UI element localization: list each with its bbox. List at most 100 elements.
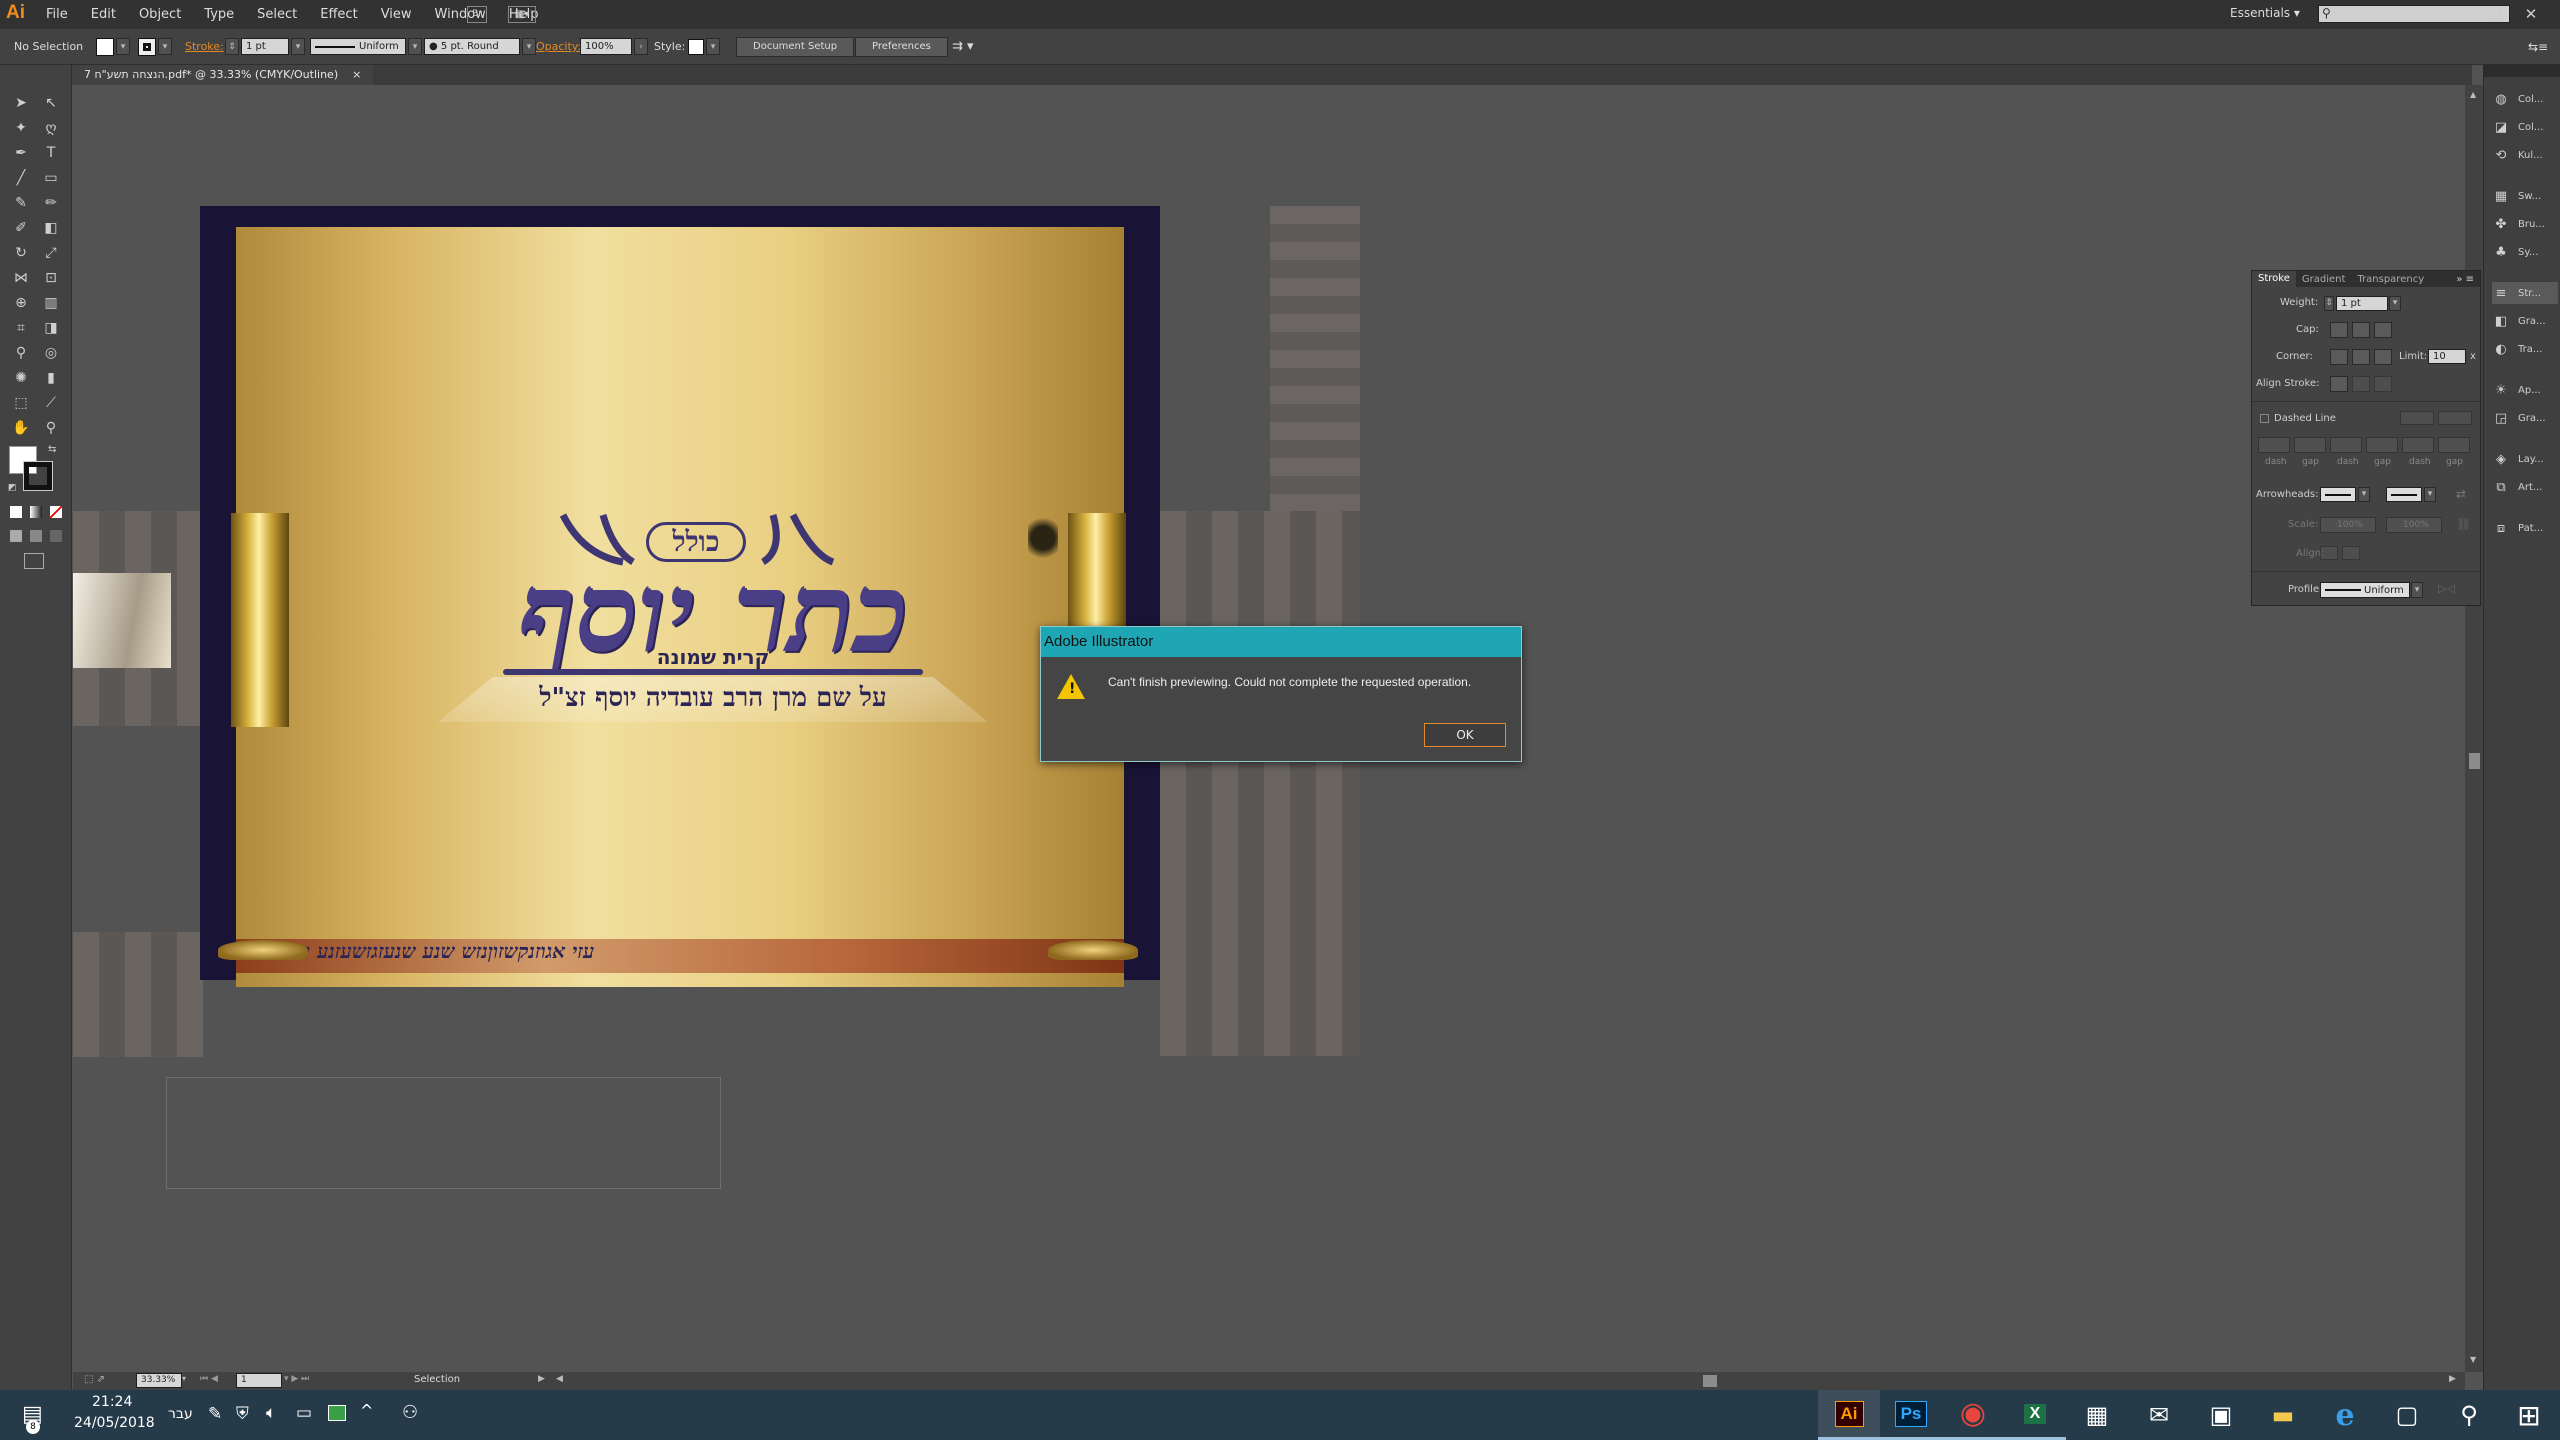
zoom-dropdown[interactable]: ▾	[182, 1374, 186, 1383]
taskbar-illustrator[interactable]: Ai	[1818, 1390, 1880, 1440]
security-icon[interactable]: ⛨	[236, 1404, 249, 1424]
width-tool-icon[interactable]: ⋈	[10, 267, 32, 289]
stroke-swatch[interactable]	[138, 37, 156, 56]
dock-gradient[interactable]: ◧ Gra...	[2492, 310, 2558, 332]
start-arrowhead[interactable]	[2320, 487, 2356, 502]
menu-file[interactable]: File	[46, 7, 68, 22]
align-outside-button[interactable]	[2374, 376, 2392, 392]
menu-type[interactable]: Type	[204, 7, 234, 22]
dock-layers[interactable]: ◈ Lay...	[2492, 448, 2558, 470]
pen-icon[interactable]: ✎	[208, 1404, 222, 1424]
draw-normal-icon[interactable]	[10, 530, 22, 542]
document-tab[interactable]: 7 הנצחה תשע"ח.pdf* @ 33.33% (CMYK/Outlin…	[72, 65, 374, 85]
taskbar-start[interactable]: ⊞	[2498, 1390, 2560, 1440]
draw-behind-icon[interactable]	[30, 530, 42, 542]
dock-color[interactable]: ◍ Col...	[2492, 88, 2558, 110]
dock-kuler[interactable]: ⟲ Kul...	[2492, 144, 2558, 166]
miter-join-button[interactable]	[2330, 349, 2348, 365]
end-arrowhead-dropdown[interactable]: ▾	[2424, 487, 2436, 502]
taskbar-file-explorer[interactable]: ▬	[2252, 1390, 2314, 1440]
dock-swatches[interactable]: ▦ Sw...	[2492, 185, 2558, 207]
blob-brush-tool-icon[interactable]: ✐	[10, 217, 32, 239]
end-arrowhead[interactable]	[2386, 487, 2422, 502]
swap-arrowheads-icon[interactable]: ⇄	[2456, 487, 2466, 501]
stroke-weight-stepper[interactable]: ⇕	[225, 38, 239, 55]
blend-tool-icon[interactable]: ◎	[40, 342, 62, 364]
scale-tool-icon[interactable]: ⤢	[40, 242, 62, 264]
document-setup-button[interactable]: Document Setup	[736, 36, 855, 57]
graphic-style-dropdown[interactable]: ▾	[706, 38, 720, 55]
workspace-switcher[interactable]: Essentials ▾	[2230, 6, 2300, 20]
taskbar-edge[interactable]: e	[2314, 1390, 2376, 1440]
taskbar-photoshop[interactable]: Ps	[1880, 1390, 1942, 1440]
gap-field-2[interactable]	[2366, 437, 2398, 453]
color-mode-icon[interactable]	[10, 506, 22, 518]
people-icon[interactable]: ⚇	[402, 1402, 418, 1423]
arrange-documents-icon[interactable]: ▦▾	[508, 6, 536, 23]
dock-transparency[interactable]: ◐ Tra...	[2492, 338, 2558, 360]
vertical-scroll-thumb[interactable]	[2469, 753, 2480, 769]
graphic-style-swatch[interactable]	[688, 38, 704, 55]
taskbar-chrome[interactable]: ◉	[1942, 1390, 2004, 1440]
gradient-tool-icon[interactable]: ◨	[40, 317, 62, 339]
stroke-weight-dropdown[interactable]: ▾	[291, 38, 305, 55]
line-tool-icon[interactable]: ╱	[10, 167, 32, 189]
scroll-right-icon[interactable]: ▶	[2449, 1374, 2456, 1384]
tab-transparency[interactable]: Transparency	[2351, 274, 2430, 285]
artboard-tool-icon[interactable]: ⬚	[10, 392, 32, 414]
stroke-label[interactable]: Stroke:	[185, 36, 224, 57]
taskbar-excel[interactable]: X	[2004, 1390, 2066, 1440]
network-icon[interactable]: ▭	[296, 1403, 312, 1423]
fill-swatch[interactable]	[96, 37, 114, 56]
dash-align-button[interactable]	[2438, 411, 2472, 425]
limit-field[interactable]: 10	[2428, 349, 2466, 364]
gap-field-1[interactable]	[2294, 437, 2326, 453]
dashed-line-checkbox[interactable]	[2260, 414, 2269, 423]
variable-width-profile[interactable]: Uniform	[310, 38, 406, 55]
direct-selection-tool-icon[interactable]: ↖	[40, 92, 62, 114]
taskbar-calculator[interactable]: ▦	[2066, 1390, 2128, 1440]
panel-menu-icon[interactable]: ⇆≡	[2528, 36, 2548, 57]
taskbar-store[interactable]: ▣	[2190, 1390, 2252, 1440]
stroke-weight-field[interactable]: 1 pt	[241, 38, 289, 55]
scale-start-field[interactable]: 100%	[2320, 517, 2376, 533]
zoom-tool-icon[interactable]: ⚲	[40, 417, 62, 439]
taskbar-task-view[interactable]: ▢	[2376, 1390, 2438, 1440]
arrow-extend-button[interactable]	[2320, 546, 2338, 560]
screen-mode-icon[interactable]	[24, 553, 44, 569]
arrange-icon[interactable]: ⇉ ▾	[952, 36, 974, 57]
flip-along-icon[interactable]: ▷◁	[2438, 582, 2455, 595]
page-field[interactable]: 1	[236, 1373, 282, 1388]
close-window-button[interactable]: ✕	[2516, 0, 2546, 30]
draw-inside-icon[interactable]	[50, 530, 62, 542]
type-tool-icon[interactable]: T	[40, 142, 62, 164]
dash-field-2[interactable]	[2330, 437, 2362, 453]
dash-field-3[interactable]	[2402, 437, 2434, 453]
dock-appearance[interactable]: ☀ Ap...	[2492, 379, 2558, 401]
menu-view[interactable]: View	[381, 7, 412, 22]
dock-symbols[interactable]: ♣ Sy...	[2492, 241, 2558, 263]
dock-pathfinder[interactable]: ⧈ Pat...	[2492, 517, 2558, 539]
artboard-nav-icon[interactable]: ⬚ ⇗	[84, 1374, 105, 1385]
profile-select[interactable]: Uniform	[2320, 582, 2410, 598]
first-artboard-icon[interactable]: ⏮ ◀	[200, 1374, 218, 1384]
link-scale-icon[interactable]: ⛓	[2456, 517, 2471, 531]
gap-field-3[interactable]	[2438, 437, 2470, 453]
align-inside-button[interactable]	[2352, 376, 2370, 392]
close-tab-icon[interactable]: ×	[352, 65, 361, 85]
tab-stroke[interactable]: Stroke	[2252, 271, 2296, 287]
align-center-button[interactable]	[2330, 376, 2348, 392]
horizontal-scroll-thumb[interactable]	[1703, 1375, 1717, 1387]
opacity-label[interactable]: Opacity:	[536, 36, 581, 57]
paintbrush-tool-icon[interactable]: ✎	[10, 192, 32, 214]
brush-definition[interactable]: ● 5 pt. Round	[424, 38, 520, 55]
panel-options-icon[interactable]: » ≡	[2456, 274, 2480, 285]
volume-icon[interactable]: 🔈︎	[266, 1403, 276, 1423]
status-menu-icon[interactable]: ▶	[538, 1374, 545, 1384]
ok-button[interactable]: OK	[1424, 723, 1506, 747]
weight-stepper[interactable]: ⇕	[2324, 296, 2334, 311]
column-graph-tool-icon[interactable]: ▮	[40, 367, 62, 389]
symbol-sprayer-tool-icon[interactable]: ✺	[10, 367, 32, 389]
opacity-dropdown[interactable]: ›	[634, 38, 648, 55]
stroke-dropdown[interactable]: ▾	[158, 38, 172, 55]
